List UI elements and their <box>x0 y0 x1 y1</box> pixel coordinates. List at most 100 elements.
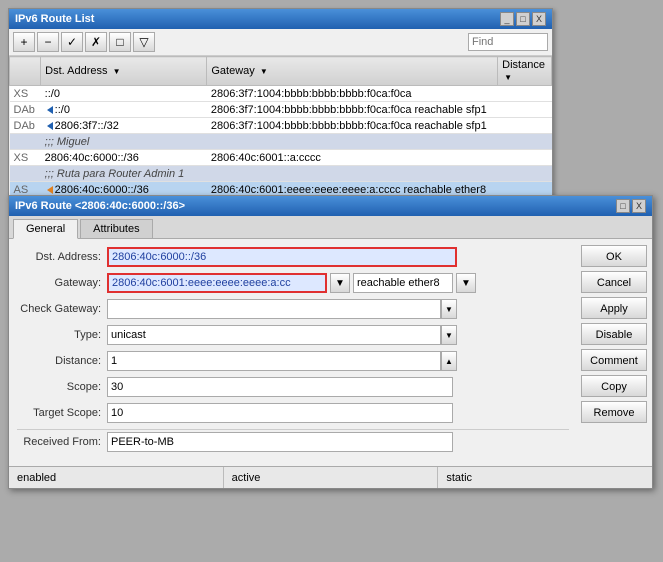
remove-toolbar-button[interactable]: − <box>37 32 59 52</box>
check-gateway-label: Check Gateway: <box>17 303 107 315</box>
side-buttons: OK Cancel Apply Disable Comment Copy Rem… <box>577 239 652 466</box>
gateway-type-dropdown-button[interactable]: ▼ <box>456 273 476 293</box>
comment-button[interactable]: Comment <box>581 349 647 371</box>
status-active: active <box>224 467 439 488</box>
row-dst: ::/0 <box>41 86 207 102</box>
target-scope-row: Target Scope: <box>17 403 569 423</box>
route-list-controls: _ □ X <box>500 12 546 26</box>
row-gw: 2806:3f7:1004:bbbb:bbbb:bbbb:f0ca:f0ca r… <box>207 102 498 118</box>
gateway-input[interactable] <box>107 273 327 293</box>
cancel-button[interactable]: Cancel <box>581 271 647 293</box>
gateway-type-input[interactable] <box>353 273 453 293</box>
received-from-input[interactable] <box>107 432 453 452</box>
row-flag: DAb <box>10 102 41 118</box>
row-dist <box>498 102 552 118</box>
received-from-label: Received From: <box>17 436 107 448</box>
col-dist-header[interactable]: Distance ▼ <box>498 57 552 86</box>
gateway-dropdown-button[interactable]: ▼ <box>330 273 350 293</box>
table-row-section: ;;; Ruta para Router Admin 1 <box>10 166 552 182</box>
row-dst: 2806:3f7::/32 <box>41 118 207 134</box>
gateway-inputs: ▼ ▼ <box>107 273 476 293</box>
status-bar: enabled active static <box>9 466 652 488</box>
route-detail-controls: □ X <box>616 199 646 213</box>
row-dist <box>498 150 552 166</box>
type-scroll-btn[interactable]: ▼ <box>441 325 457 345</box>
type-row: Type: ▼ <box>17 325 569 345</box>
row-flag <box>10 166 41 182</box>
detail-close-button[interactable]: X <box>632 199 646 213</box>
col-dst-header[interactable]: Dst. Address ▼ <box>41 57 207 86</box>
filter-button[interactable]: ▽ <box>133 32 155 52</box>
check-gateway-row: Check Gateway: ▼ <box>17 299 569 319</box>
col-flag-header <box>10 57 41 86</box>
tab-bar: General Attributes <box>9 216 652 239</box>
disable-button[interactable]: Disable <box>581 323 647 345</box>
disable-toolbar-button[interactable]: ✗ <box>85 32 107 52</box>
route-detail-window: IPv6 Route <2806:40c:6000::/36> □ X Gene… <box>8 195 653 489</box>
row-flag: XS <box>10 150 41 166</box>
target-scope-label: Target Scope: <box>17 407 107 419</box>
check-gateway-input[interactable] <box>107 299 441 319</box>
remove-button[interactable]: Remove <box>581 401 647 423</box>
distance-label: Distance: <box>17 355 107 367</box>
section-label: ;;; Miguel <box>41 134 552 150</box>
distance-input-wrap: ▲ <box>107 351 457 371</box>
detail-content: Dst. Address: Gateway: ▼ ▼ Check Gateway… <box>9 239 652 466</box>
table-row[interactable]: XS ::/0 2806:3f7:1004:bbbb:bbbb:bbbb:f0c… <box>10 86 552 102</box>
close-button[interactable]: X <box>532 12 546 26</box>
distance-row: Distance: ▲ <box>17 351 569 371</box>
detail-maximize-button[interactable]: □ <box>616 199 630 213</box>
type-input[interactable] <box>107 325 441 345</box>
scope-input[interactable] <box>107 377 453 397</box>
row-flag <box>10 134 41 150</box>
route-table: Dst. Address ▼ Gateway ▼ Distance ▼ XS :… <box>9 56 552 198</box>
table-row-section: ;;; Miguel <box>10 134 552 150</box>
table-row[interactable]: DAb ::/0 2806:3f7:1004:bbbb:bbbb:bbbb:f0… <box>10 102 552 118</box>
apply-button[interactable]: Apply <box>581 297 647 319</box>
check-gateway-input-wrap: ▼ <box>107 299 457 319</box>
table-row[interactable]: XS 2806:40c:6000::/36 2806:40c:6001::a:c… <box>10 150 552 166</box>
section-label: ;;; Ruta para Router Admin 1 <box>41 166 552 182</box>
dst-address-input[interactable] <box>107 247 457 267</box>
dst-address-label: Dst. Address: <box>17 251 107 263</box>
route-detail-titlebar: IPv6 Route <2806:40c:6000::/36> □ X <box>9 196 652 216</box>
type-label: Type: <box>17 329 107 341</box>
copy-toolbar-button[interactable]: □ <box>109 32 131 52</box>
row-dist <box>498 118 552 134</box>
find-input[interactable] <box>468 33 548 51</box>
col-gw-header[interactable]: Gateway ▼ <box>207 57 498 86</box>
type-input-wrap: ▼ <box>107 325 457 345</box>
form-divider <box>17 429 569 430</box>
route-detail-title: IPv6 Route <2806:40c:6000::/36> <box>15 200 185 212</box>
gateway-row: Gateway: ▼ ▼ <box>17 273 569 293</box>
distance-input[interactable] <box>107 351 441 371</box>
row-flag: XS <box>10 86 41 102</box>
gw-sort-icon: ▼ <box>260 67 268 76</box>
distance-scroll-btn[interactable]: ▲ <box>441 351 457 371</box>
detail-form: Dst. Address: Gateway: ▼ ▼ Check Gateway… <box>9 239 577 466</box>
row-gw: 2806:3f7:1004:bbbb:bbbb:bbbb:f0ca:f0ca <box>207 86 498 102</box>
maximize-button[interactable]: □ <box>516 12 530 26</box>
tab-attributes[interactable]: Attributes <box>80 219 152 238</box>
route-list-title: IPv6 Route List <box>15 13 94 25</box>
row-dist <box>498 86 552 102</box>
row-dst: ::/0 <box>41 102 207 118</box>
add-button[interactable]: + <box>13 32 35 52</box>
tab-general[interactable]: General <box>13 219 78 239</box>
ok-button[interactable]: OK <box>581 245 647 267</box>
table-row[interactable]: DAb 2806:3f7::/32 2806:3f7:1004:bbbb:bbb… <box>10 118 552 134</box>
received-from-row: Received From: <box>17 432 569 452</box>
scope-label: Scope: <box>17 381 107 393</box>
enable-button[interactable]: ✓ <box>61 32 83 52</box>
target-scope-input[interactable] <box>107 403 453 423</box>
status-static: static <box>438 467 652 488</box>
row-dst: 2806:40c:6000::/36 <box>41 150 207 166</box>
status-enabled: enabled <box>9 467 224 488</box>
row-flag: DAb <box>10 118 41 134</box>
minimize-button[interactable]: _ <box>500 12 514 26</box>
gateway-label: Gateway: <box>17 277 107 289</box>
dst-address-row: Dst. Address: <box>17 247 569 267</box>
check-gateway-scroll-btn[interactable]: ▼ <box>441 299 457 319</box>
row-gw: 2806:3f7:1004:bbbb:bbbb:bbbb:f0ca:f0ca r… <box>207 118 498 134</box>
copy-button[interactable]: Copy <box>581 375 647 397</box>
